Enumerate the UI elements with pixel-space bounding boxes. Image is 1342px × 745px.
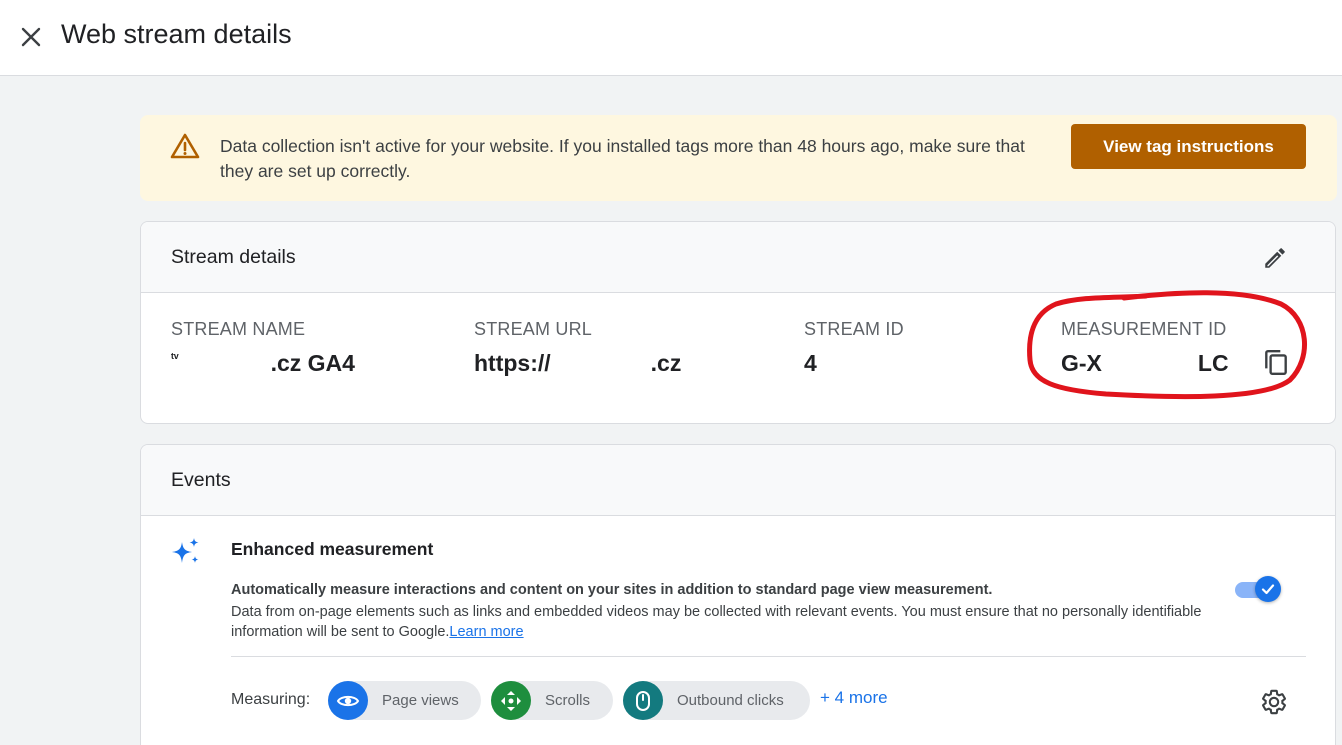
alert-message: Data collection isn't active for your we… bbox=[220, 136, 1025, 181]
enhanced-measurement-title: Enhanced measurement bbox=[231, 539, 434, 559]
measurement-id-label: MEASUREMENT ID bbox=[1061, 319, 1227, 339]
stream-url-value: https:// .cz bbox=[474, 350, 681, 377]
check-icon bbox=[1261, 584, 1275, 595]
measuring-label: Measuring: bbox=[231, 691, 311, 708]
measurement-id-value-start: G-X bbox=[1061, 350, 1102, 376]
enhanced-measurement-summary: Automatically measure interactions and c… bbox=[231, 582, 993, 598]
close-button[interactable] bbox=[14, 20, 48, 54]
chip-label: Scrolls bbox=[545, 692, 591, 709]
copy-icon bbox=[1265, 349, 1287, 375]
page-title: Web stream details bbox=[61, 19, 292, 49]
chip-scrolls[interactable]: Scrolls bbox=[491, 681, 613, 720]
measurement-id-value-end: LC bbox=[1197, 350, 1229, 376]
chip-label: Page views bbox=[382, 692, 459, 709]
stream-url-value-start: https:// bbox=[474, 350, 551, 376]
stream-name-value-start: ᵗᵛ bbox=[171, 350, 179, 365]
sparkle-icon bbox=[172, 538, 199, 563]
stream-name-label: STREAM NAME bbox=[171, 319, 306, 339]
stream-id-value-start: 4 bbox=[804, 350, 817, 376]
gear-icon bbox=[1262, 689, 1286, 715]
stream-url-value-end: .cz bbox=[650, 350, 682, 376]
events-header: Events bbox=[141, 445, 1335, 516]
learn-more-link[interactable]: Learn more bbox=[449, 624, 523, 640]
enhanced-measurement-toggle[interactable] bbox=[1235, 576, 1281, 602]
view-tag-instructions-button[interactable]: View tag instructions bbox=[1071, 124, 1306, 169]
chip-page-views[interactable]: Page views bbox=[328, 681, 481, 720]
divider bbox=[231, 656, 1306, 657]
mouse-icon bbox=[623, 681, 663, 720]
scroll-crosshair-icon bbox=[491, 681, 531, 720]
stream-name-value-end: .cz GA4 bbox=[270, 350, 355, 376]
pencil-icon bbox=[1265, 248, 1285, 268]
copy-measurement-id-button[interactable] bbox=[1261, 348, 1291, 378]
eye-icon bbox=[328, 681, 368, 720]
enhanced-measurement-settings-button[interactable] bbox=[1260, 688, 1288, 716]
stream-id-label: STREAM ID bbox=[804, 319, 904, 339]
enhanced-measurement-description: Data from on-page elements such as links… bbox=[231, 602, 1221, 642]
warning-icon bbox=[170, 133, 200, 159]
chip-outbound-clicks[interactable]: Outbound clicks bbox=[623, 681, 810, 720]
close-icon bbox=[21, 27, 41, 47]
more-events-link[interactable]: + 4 more bbox=[820, 688, 888, 708]
stream-details-title: Stream details bbox=[171, 246, 296, 268]
measurement-id-value[interactable]: G-X LC bbox=[1061, 350, 1229, 377]
stream-id-value: 4 bbox=[804, 350, 817, 377]
stream-name-value: ᵗᵛ .cz GA4 bbox=[171, 350, 355, 377]
enhanced-measurement-desc-text: Data from on-page elements such as links… bbox=[231, 604, 1202, 640]
toggle-knob bbox=[1255, 576, 1281, 602]
stream-url-label: STREAM URL bbox=[474, 319, 593, 339]
edit-stream-button[interactable] bbox=[1261, 244, 1289, 272]
stream-details-card: Stream details STREAM NAME ᵗᵛ .cz GA4 STR… bbox=[140, 221, 1336, 424]
top-bar: Web stream details bbox=[0, 0, 1342, 76]
events-title: Events bbox=[171, 469, 231, 491]
chip-label: Outbound clicks bbox=[677, 692, 784, 709]
stream-details-header: Stream details bbox=[141, 222, 1335, 293]
